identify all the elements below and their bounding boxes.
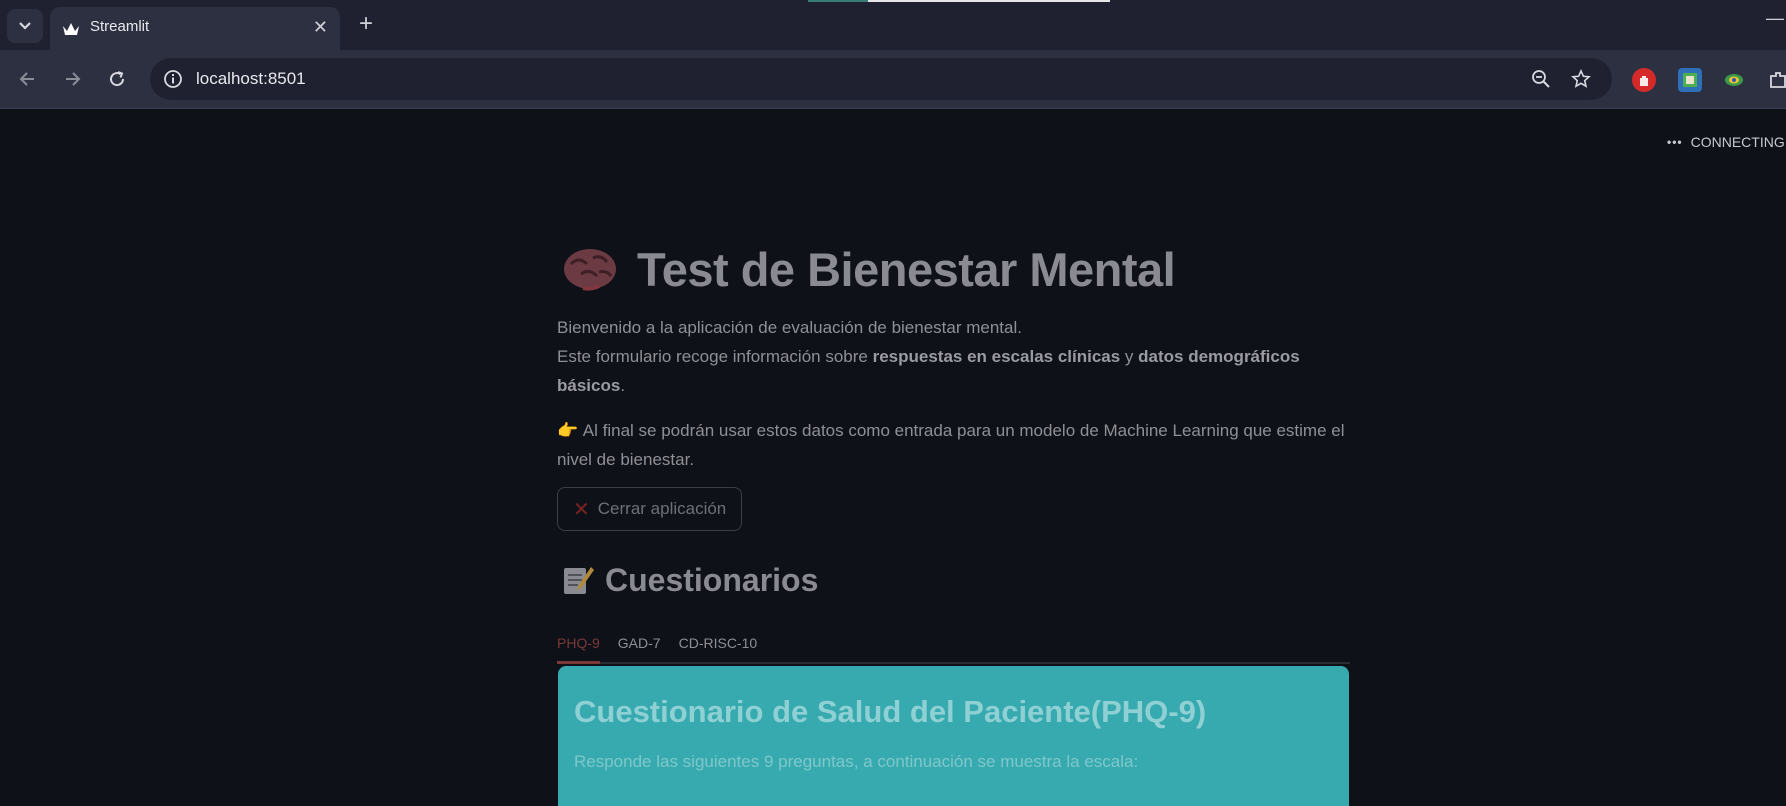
extension-map-icon[interactable] <box>1678 68 1702 92</box>
browser-tab-streamlit[interactable]: Streamlit ✕ <box>50 7 340 50</box>
forward-arrow-icon[interactable] <box>58 65 86 93</box>
ml-note-line-1: Al final se podrán usar estos datos como… <box>582 421 1345 440</box>
phq9-card-text: Responde las siguientes 9 preguntas, a c… <box>574 752 1139 771</box>
page-title: Test de Bienestar Mental <box>637 242 1176 296</box>
close-tab-icon[interactable]: ✕ <box>313 17 328 37</box>
address-bar[interactable]: localhost:8501 <box>150 58 1612 100</box>
intro-line-1: Bienvenido a la aplicación de evaluación… <box>557 318 1022 337</box>
intro-line-2-suffix: . <box>620 376 626 395</box>
new-tab-plus-icon[interactable]: + <box>352 12 380 36</box>
top-edge-highlight-accent <box>808 0 868 2</box>
browser-toolbar: localhost:8501 <box>0 50 1786 109</box>
phq9-card-title: Cuestionario de Salud del Paciente(PHQ-9… <box>574 694 1207 729</box>
memo-emoji-icon <box>564 567 594 594</box>
browser-tabstrip: Streamlit ✕ + — <box>0 0 1786 50</box>
intro-bold-clinical: respuestas en escalas clínicas <box>872 347 1121 366</box>
pointing-hand-icon: 👉 <box>557 421 579 440</box>
zoom-out-icon[interactable] <box>1530 68 1552 90</box>
phq9-card: Cuestionario de Salud del Paciente(PHQ-9… <box>558 666 1349 806</box>
brain-emoji-icon <box>564 249 616 291</box>
ml-note-line-2: nivel de bienestar. <box>557 450 695 469</box>
site-info-icon[interactable] <box>162 68 184 90</box>
tab-search-button[interactable] <box>7 9 43 43</box>
ellipsis-icon: ••• <box>1667 135 1683 149</box>
red-x-icon: ✕ <box>573 498 590 521</box>
page-title-row: Test de Bienestar Mental <box>557 238 1350 300</box>
questionnaire-tabs: PHQ-9 GAD-7 CD-RISC-10 <box>557 629 1350 664</box>
ml-note: 👉 Al final se podrán usar estos datos co… <box>557 416 1350 474</box>
tab-cd-risc-10[interactable]: CD-RISC-10 <box>679 629 758 662</box>
intro-text: Bienvenido a la aplicación de evaluación… <box>557 313 1350 400</box>
adblock-hand-icon[interactable] <box>1632 68 1656 92</box>
close-app-button[interactable]: ✕ Cerrar aplicación <box>557 487 743 531</box>
chevron-down-icon <box>19 22 31 30</box>
main-content: Test de Bienestar Mental Bienvenido a la… <box>557 238 1350 806</box>
tab-title: Streamlit <box>90 18 150 35</box>
reload-icon[interactable] <box>103 65 131 93</box>
intro-line-2-mid: y <box>1120 347 1139 366</box>
extension-translate-icon[interactable] <box>1722 68 1746 92</box>
tab-phq-9[interactable]: PHQ-9 <box>557 629 600 664</box>
section-title: Cuestionarios <box>605 561 819 598</box>
bookmark-star-icon[interactable] <box>1570 68 1592 90</box>
connection-status-text: CONNECTING <box>1690 134 1785 150</box>
streamlit-crown-icon <box>62 20 80 38</box>
tab-gad-7[interactable]: GAD-7 <box>618 629 661 662</box>
extensions-puzzle-icon[interactable] <box>1766 68 1786 92</box>
close-app-label: Cerrar aplicación <box>597 499 727 518</box>
back-arrow-icon[interactable] <box>14 65 42 93</box>
window-minimize-icon[interactable]: — <box>1766 8 1786 29</box>
intro-line-2-prefix: Este formulario recoge información sobre <box>557 347 873 366</box>
url-text: localhost:8501 <box>196 69 306 88</box>
section-title-row: Cuestionarios <box>557 555 1350 605</box>
connection-status: ••• CONNECTING <box>1667 134 1785 150</box>
